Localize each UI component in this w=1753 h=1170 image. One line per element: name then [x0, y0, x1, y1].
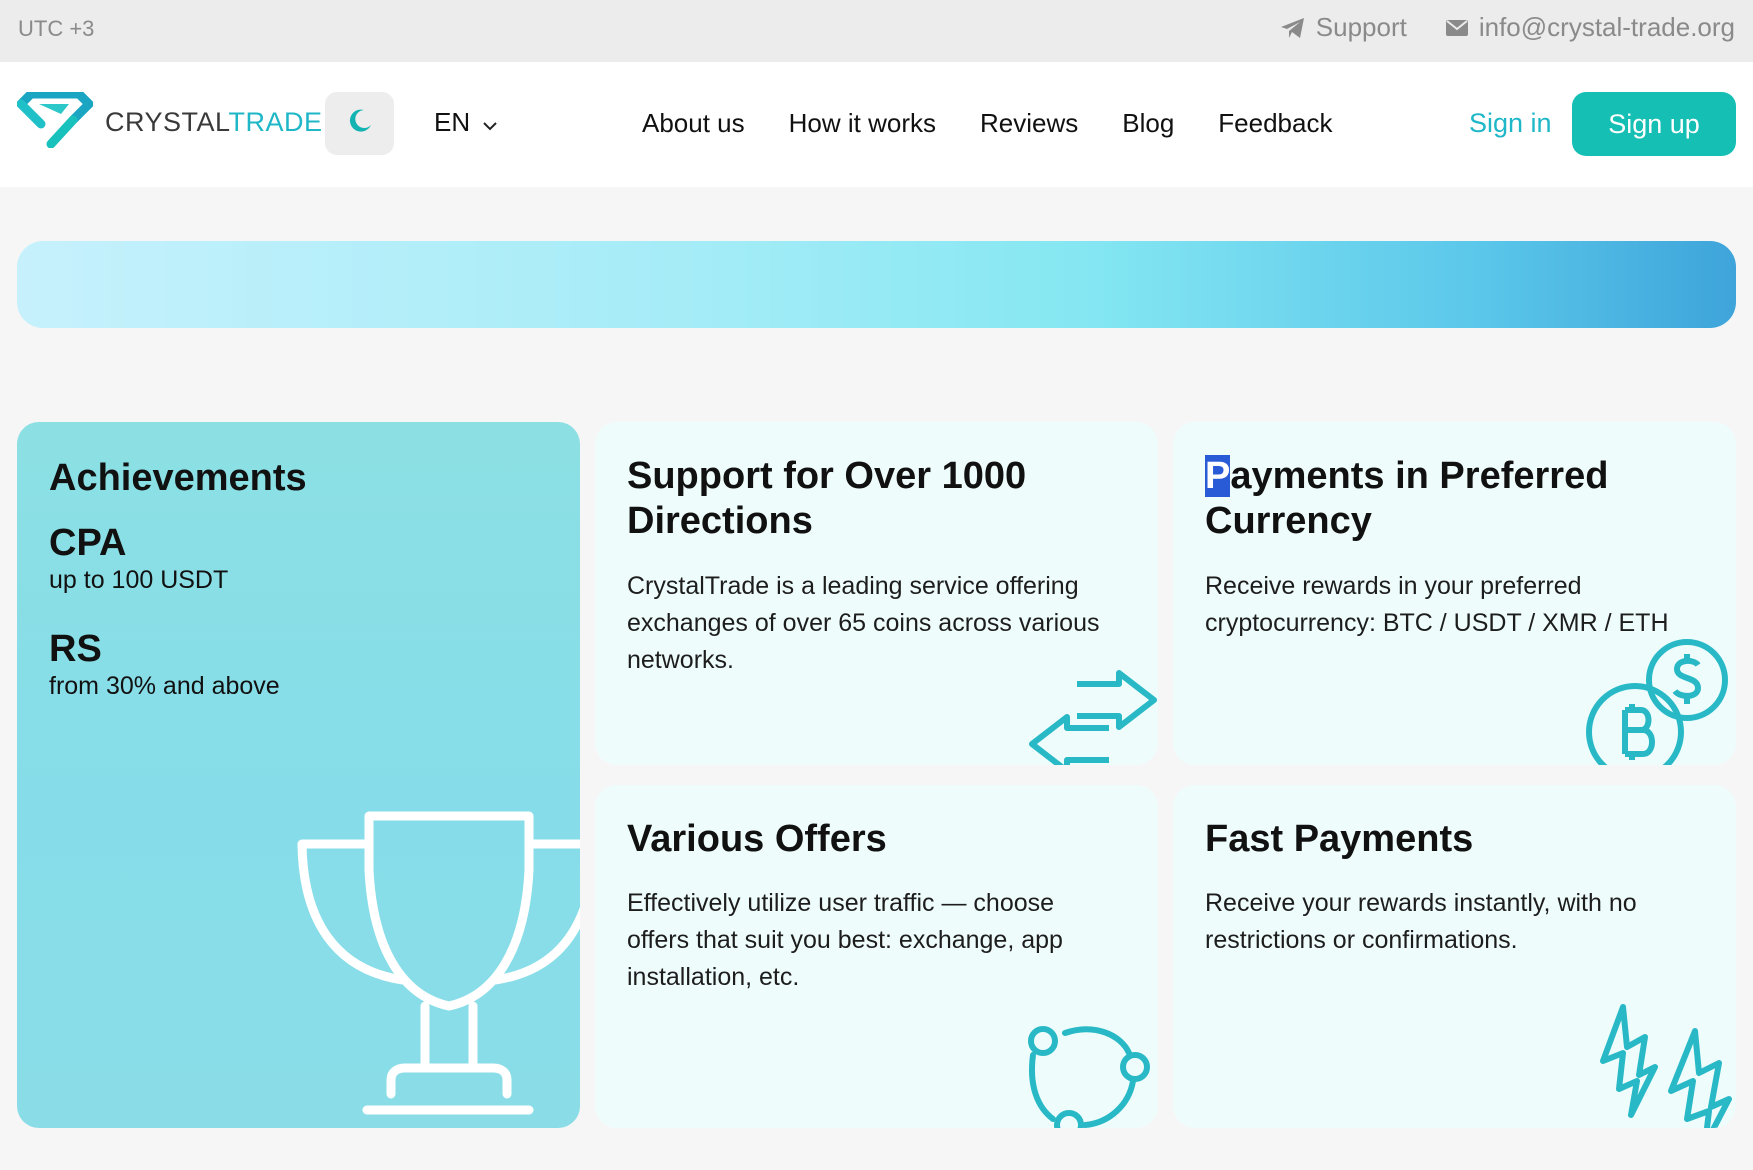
achievements-card: Achievements CPA up to 100 USDT RS from … [17, 422, 580, 1128]
lightning-icon [1583, 1003, 1736, 1128]
achievements-title: Achievements [49, 457, 307, 499]
support-link[interactable]: Support [1280, 12, 1407, 43]
nav-how-it-works[interactable]: How it works [789, 108, 936, 139]
crystaltrade-logo[interactable]: CRYSTALTRADE [16, 89, 323, 153]
promo-banner [17, 241, 1736, 328]
main-nav: About us How it works Reviews Blog Feedb… [642, 108, 1332, 139]
rs-label: RS [49, 628, 102, 670]
logo-wordmark: CRYSTALTRADE [105, 107, 323, 138]
currency-card: Payments in Preferred Currency Receive r… [1173, 422, 1736, 765]
logo-word-trade: TRADE [228, 107, 323, 137]
moon-icon [346, 107, 374, 140]
trophy-icon [295, 810, 580, 1128]
nav-feedback[interactable]: Feedback [1218, 108, 1332, 139]
nav-about-us[interactable]: About us [642, 108, 745, 139]
nav-reviews[interactable]: Reviews [980, 108, 1078, 139]
exchange-arrows-icon [1027, 670, 1158, 765]
cpa-label: CPA [49, 522, 127, 564]
theme-toggle-button[interactable] [325, 92, 394, 155]
currency-text: Receive rewards in your preferred crypto… [1205, 572, 1669, 637]
currency-title-selected-char: P [1205, 455, 1231, 497]
language-value: EN [434, 107, 471, 137]
fast-payments-card: Fast Payments Receive your rewards insta… [1173, 785, 1736, 1128]
telegram-icon [1280, 16, 1306, 40]
cpa-value: up to 100 USDT [49, 566, 229, 594]
directions-card: Support for Over 1000 Directions Crystal… [595, 422, 1158, 765]
offers-text: Effectively utilize user traffic — choos… [627, 889, 1063, 991]
fast-payments-text: Receive your rewards instantly, with no … [1205, 889, 1637, 954]
rs-value: from 30% and above [49, 672, 280, 700]
currency-title: Payments in Preferred Currency [1205, 454, 1715, 544]
email-link[interactable]: info@crystal-trade.org [1445, 12, 1735, 43]
nav-blog[interactable]: Blog [1122, 108, 1174, 139]
crystal-logo-icon [16, 89, 94, 153]
timezone-label: UTC +3 [18, 16, 95, 41]
top-links: Support info@crystal-trade.org [1280, 12, 1735, 43]
bitcoin-dollar-coins-icon [1585, 638, 1731, 765]
logo-word-crystal: CRYSTAL [105, 107, 229, 137]
offers-title: Various Offers [627, 818, 887, 860]
email-label: info@crystal-trade.org [1478, 12, 1735, 42]
main-header: CRYSTALTRADE EN About us How it works Re… [0, 62, 1753, 187]
language-selector[interactable]: EN [434, 107, 498, 138]
directions-text: CrystalTrade is a leading service offeri… [627, 572, 1100, 674]
currency-title-rest: ayments in Preferred Currency [1205, 455, 1609, 542]
chevron-down-icon [482, 107, 498, 138]
fast-payments-title: Fast Payments [1205, 818, 1474, 860]
mail-icon [1445, 19, 1469, 37]
support-label: Support [1315, 12, 1407, 42]
offers-card: Various Offers Effectively utilize user … [595, 785, 1158, 1128]
offers-orbit-icon [1025, 1025, 1158, 1128]
top-utility-bar: UTC +3 Support info@crystal-trade.org [0, 0, 1753, 62]
directions-title: Support for Over 1000 Directions [627, 455, 1027, 542]
sign-in-link[interactable]: Sign in [1469, 108, 1552, 139]
sign-up-button[interactable]: Sign up [1572, 92, 1736, 156]
